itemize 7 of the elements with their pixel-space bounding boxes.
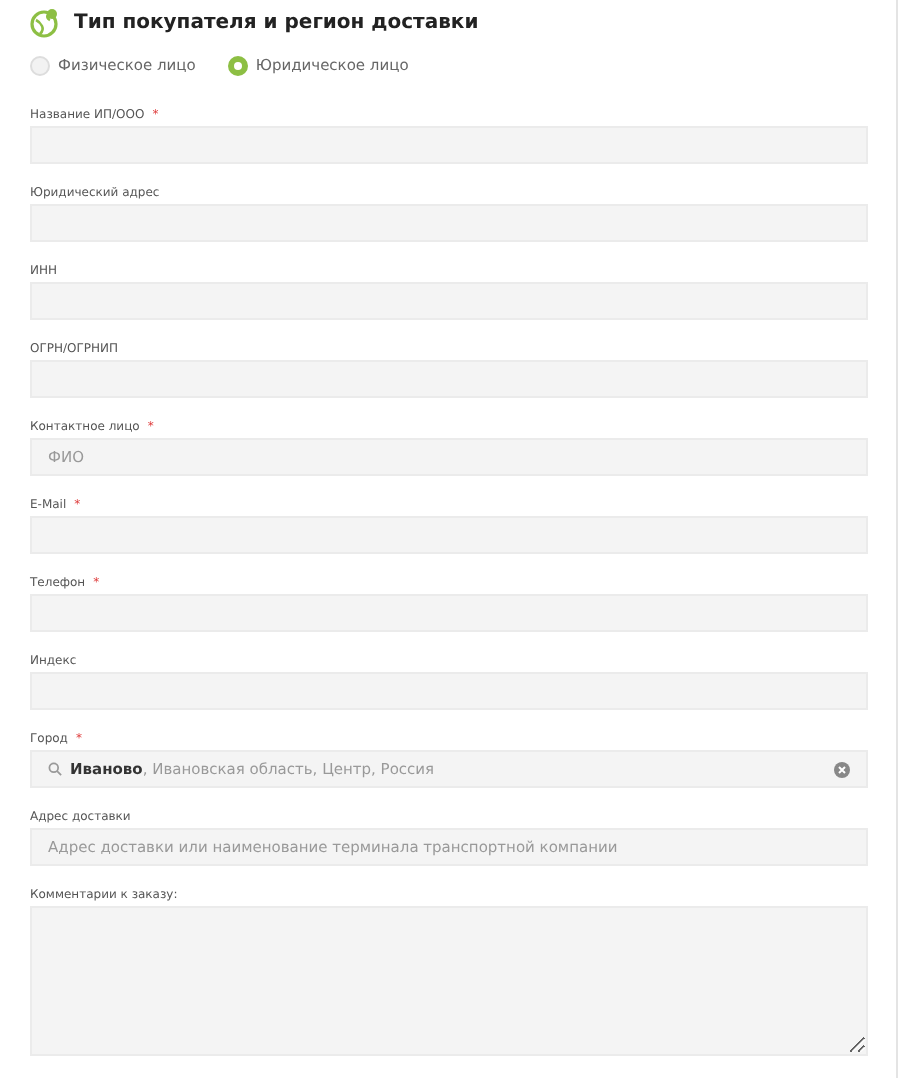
search-icon [48, 762, 62, 777]
radio-button[interactable] [227, 55, 248, 76]
radio-button[interactable] [30, 55, 50, 76]
globe-pin-icon [30, 8, 58, 38]
clear-icon[interactable] [834, 761, 850, 778]
section-title: Тип покупателя и регион доставки [74, 10, 479, 38]
comment-field[interactable] [30, 906, 868, 1057]
